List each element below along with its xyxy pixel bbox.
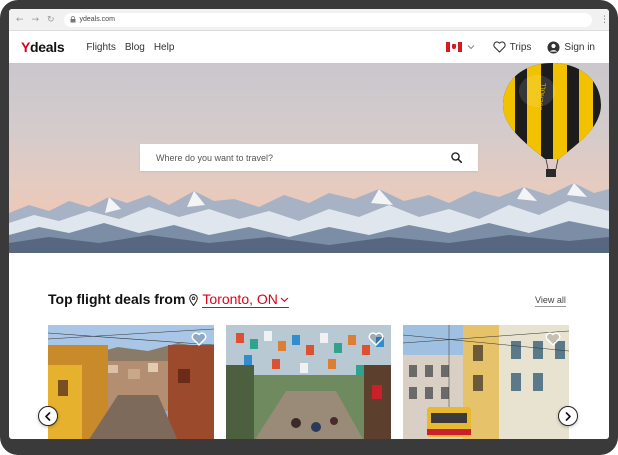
chevron-down-icon bbox=[280, 297, 289, 302]
canada-flag-icon bbox=[445, 42, 462, 52]
search-input[interactable] bbox=[156, 152, 446, 163]
deals-heading: Top flight deals from Toronto, ON bbox=[48, 291, 289, 309]
header-actions: Trips Sign in bbox=[445, 41, 595, 54]
trips-label: Trips bbox=[509, 41, 532, 53]
address-bar-url: ydeals.com bbox=[79, 16, 115, 23]
country-selector[interactable] bbox=[445, 42, 475, 52]
deal-card-lisbon[interactable] bbox=[403, 325, 569, 439]
origin-city-selector[interactable]: Toronto, ON bbox=[202, 291, 289, 308]
logo[interactable]: Ydeals bbox=[21, 39, 65, 55]
lock-icon bbox=[70, 16, 76, 23]
nav-item-blog[interactable]: Blog bbox=[125, 42, 145, 53]
heart-icon[interactable] bbox=[544, 330, 562, 348]
nav-item-help[interactable]: Help bbox=[154, 42, 175, 53]
reload-icon[interactable]: ↻ bbox=[44, 13, 58, 27]
destination-search bbox=[140, 144, 478, 171]
nav-item-flights[interactable]: Flights bbox=[86, 42, 115, 53]
browser-window: ← → ↻ ydeals.com ⋮ Ydeals Flights Blog H… bbox=[9, 9, 609, 439]
logo-text: deals bbox=[30, 39, 65, 55]
chevron-right-icon bbox=[565, 411, 571, 421]
view-all-link[interactable]: View all bbox=[535, 295, 566, 307]
deals-carousel bbox=[38, 325, 608, 439]
carousel-prev-button[interactable] bbox=[38, 406, 58, 426]
hot-air-balloon-image: ECK&SCHULL bbox=[503, 63, 601, 177]
deal-card-mexico-city[interactable] bbox=[226, 325, 391, 439]
user-avatar-icon bbox=[547, 41, 560, 53]
back-arrow-icon[interactable]: ← bbox=[13, 13, 27, 27]
carousel-next-button[interactable] bbox=[558, 406, 578, 426]
logo-mark: Y bbox=[21, 39, 31, 55]
signin-link[interactable]: Sign in bbox=[547, 41, 595, 54]
signin-label: Sign in bbox=[564, 41, 595, 53]
heart-outline-icon bbox=[492, 41, 506, 53]
chevron-left-icon bbox=[45, 411, 51, 421]
search-icon[interactable] bbox=[451, 152, 462, 163]
deal-card-cusco[interactable] bbox=[48, 325, 214, 439]
heart-icon[interactable] bbox=[190, 330, 208, 348]
main-nav: Flights Blog Help bbox=[86, 42, 183, 53]
forward-arrow-icon[interactable]: → bbox=[29, 13, 43, 27]
location-pin-icon bbox=[189, 293, 199, 311]
kebab-menu-icon[interactable]: ⋮ bbox=[600, 15, 609, 25]
deals-title: Top flight deals from bbox=[48, 291, 186, 307]
trips-link[interactable]: Trips bbox=[492, 41, 532, 53]
site-header: Ydeals Flights Blog Help Trips Sign in bbox=[9, 31, 609, 63]
browser-toolbar: ← → ↻ ydeals.com ⋮ bbox=[9, 9, 609, 31]
address-bar[interactable]: ydeals.com bbox=[63, 12, 593, 27]
hero-banner: ECK&SCHULL bbox=[9, 63, 609, 253]
chevron-down-icon bbox=[467, 45, 474, 50]
origin-city-label: Toronto, ON bbox=[202, 291, 278, 307]
heart-icon[interactable] bbox=[367, 330, 385, 348]
mountain-range-image bbox=[9, 183, 609, 253]
